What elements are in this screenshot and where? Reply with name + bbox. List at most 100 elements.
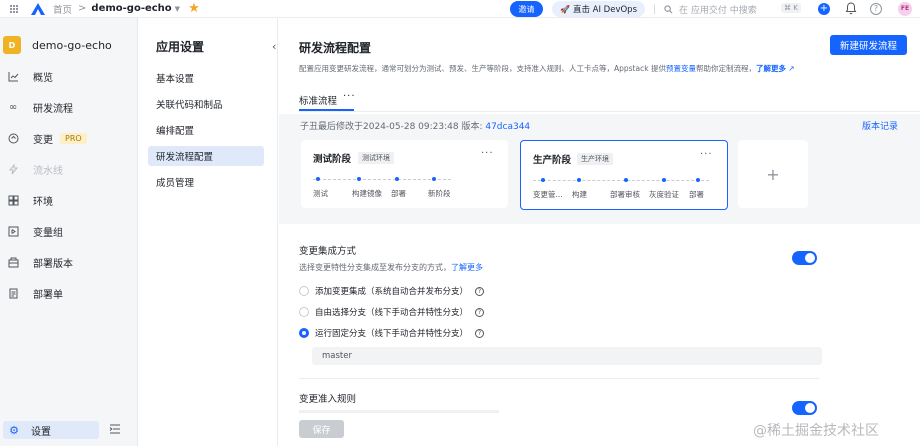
new-flow-button[interactable]: 新建研发流程 bbox=[830, 35, 907, 55]
step-dot bbox=[662, 178, 666, 182]
pipeline-icon bbox=[7, 163, 19, 175]
sidebar-item-environment[interactable]: 环境 bbox=[6, 190, 132, 210]
step-label[interactable]: 新阶段 bbox=[428, 188, 451, 199]
radio-label: 添加变更集成（系统自动合并发布分支） bbox=[315, 287, 469, 297]
step-label[interactable]: 部署审核 bbox=[610, 189, 640, 200]
radio-button[interactable] bbox=[299, 307, 309, 317]
sidebar-item-deploy-version[interactable]: 部署版本 bbox=[6, 252, 132, 272]
sidebar-item-label: 变更 bbox=[33, 134, 53, 146]
plus-icon: + bbox=[766, 164, 780, 184]
apps-grid-icon[interactable] bbox=[10, 4, 18, 13]
subnav-item-basic[interactable]: 基本设置 bbox=[148, 68, 264, 88]
radio-button[interactable] bbox=[299, 286, 309, 296]
sidebar-item-label: 部署单 bbox=[33, 289, 63, 301]
search-input[interactable]: 在 应用交付 中搜索 ⌘ K bbox=[664, 2, 808, 16]
top-bar: 首页 > demo-go-echo ▼ ★ 邀请 🚀 直击 AI DevOps … bbox=[0, 0, 920, 18]
subnav-item-dev-flow-config[interactable]: 研发流程配置 bbox=[148, 146, 264, 166]
help-icon[interactable]: ? bbox=[475, 328, 485, 338]
save-button[interactable]: 保存 bbox=[299, 420, 344, 438]
merge-desc-text: 选择变更特性分支集成至发布分支的方式， bbox=[299, 263, 451, 272]
sidebar-item-dev-flow[interactable]: ∞ 研发流程 bbox=[6, 97, 132, 117]
merge-section-desc: 选择变更特性分支集成至发布分支的方式，了解更多 bbox=[299, 262, 483, 273]
settings-subnav: 应用设置 ‹ 基本设置 关联代码和制品 编排配置 研发流程配置 成员管理 bbox=[138, 18, 278, 446]
step-label[interactable]: 变更管... bbox=[533, 189, 563, 200]
merge-toggle[interactable] bbox=[792, 251, 817, 265]
subnav-item-members[interactable]: 成员管理 bbox=[148, 172, 264, 192]
flow-panel: 子丑最后修改于2024-05-28 09:23:48 版本: 47dca344 … bbox=[279, 114, 920, 224]
sidebar-item-pipeline[interactable]: 流水线 bbox=[6, 159, 132, 179]
stage-track bbox=[533, 180, 709, 181]
divider bbox=[654, 4, 655, 14]
chart-icon bbox=[7, 70, 19, 82]
rules-section-desc-faded bbox=[299, 410, 499, 413]
tab-more-icon[interactable]: ··· bbox=[343, 91, 356, 102]
step-label[interactable]: 构建镜像 bbox=[352, 188, 382, 199]
last-modified-text: 子丑最后修改于2024-05-28 09:23:48 版本: bbox=[300, 122, 486, 132]
sidebar: D demo-go-echo 概览 ∞ 研发流程 变更 PRO 流水线 环境 变… bbox=[0, 18, 138, 446]
logo-icon[interactable] bbox=[31, 2, 45, 15]
stage-card-production[interactable]: 生产阶段 生产环境 ··· 变更管... 构建 部署审核 灰度验证 部署 bbox=[520, 140, 728, 210]
breadcrumb-separator: > bbox=[78, 3, 87, 14]
learn-more-link[interactable]: 了解更多 bbox=[756, 64, 786, 73]
step-dot bbox=[577, 178, 581, 182]
sidebar-item-label: 概览 bbox=[33, 72, 53, 84]
search-icon bbox=[664, 4, 673, 13]
ai-devops-button[interactable]: 🚀 直击 AI DevOps bbox=[552, 1, 645, 17]
learn-more-link[interactable]: 了解更多 bbox=[451, 263, 483, 272]
breadcrumb-project[interactable]: demo-go-echo bbox=[91, 3, 171, 14]
stage-card-test[interactable]: 测试阶段 测试环境 ··· 测试 构建镜像 部署 新阶段 bbox=[301, 140, 508, 208]
breadcrumb-home[interactable]: 首页 bbox=[53, 2, 72, 16]
sidebar-item-variable-group[interactable]: 变量组 bbox=[6, 221, 132, 241]
variable-icon bbox=[7, 225, 19, 237]
sidebar-item-overview[interactable]: 概览 bbox=[6, 66, 132, 86]
radio-option-free-branch[interactable]: 自由选择分支（线下手动合并特性分支） ? bbox=[299, 306, 485, 318]
subnav-item-orchestration[interactable]: 编排配置 bbox=[148, 120, 264, 140]
radio-option-fixed-branch[interactable]: 运行固定分支（线下手动合并特性分支） ? bbox=[299, 327, 485, 339]
sidebar-item-label: 设置 bbox=[31, 426, 51, 438]
step-label[interactable]: 构建 bbox=[572, 189, 587, 200]
chevron-left-icon[interactable]: ‹ bbox=[272, 40, 276, 53]
help-icon[interactable]: ? bbox=[475, 286, 485, 296]
more-icon[interactable]: ··· bbox=[700, 149, 713, 160]
sidebar-item-settings[interactable]: ⚙ 设置 bbox=[3, 421, 99, 439]
stage-title: 生产阶段 bbox=[533, 155, 572, 166]
subnav-item-code-artifacts[interactable]: 关联代码和制品 bbox=[148, 94, 264, 114]
radio-option-auto-merge[interactable]: 添加变更集成（系统自动合并发布分支） ? bbox=[299, 285, 485, 297]
step-label[interactable]: 部署 bbox=[689, 189, 704, 200]
project-switcher[interactable]: D demo-go-echo bbox=[3, 36, 112, 54]
project-avatar: D bbox=[3, 36, 21, 54]
version-hash-link[interactable]: 47dca344 bbox=[485, 122, 530, 132]
last-modified: 子丑最后修改于2024-05-28 09:23:48 版本: 47dca344 bbox=[300, 119, 530, 132]
sidebar-item-change[interactable]: 变更 PRO bbox=[6, 128, 132, 148]
star-icon[interactable]: ★ bbox=[188, 1, 200, 16]
help-icon[interactable]: ? bbox=[870, 3, 882, 15]
chevron-down-icon[interactable]: ▼ bbox=[175, 5, 180, 13]
help-icon[interactable]: ? bbox=[475, 307, 485, 317]
page-description: 配置应用变更研发流程，通常可划分为测试、预发、生产等阶段，支持准入规则、人工卡点… bbox=[299, 63, 795, 74]
stage-track bbox=[313, 179, 451, 180]
step-dot bbox=[316, 177, 320, 181]
change-icon bbox=[7, 132, 19, 144]
preset-variables-link[interactable]: 预置变量 bbox=[666, 64, 696, 73]
version-history-link[interactable]: 版本记录 bbox=[862, 119, 898, 132]
rules-section-title: 变更准入规则 bbox=[299, 394, 357, 405]
sidebar-item-label: 流水线 bbox=[33, 165, 63, 177]
add-stage-button[interactable]: + bbox=[738, 140, 808, 208]
more-icon[interactable]: ··· bbox=[481, 148, 494, 159]
invite-button[interactable]: 邀请 bbox=[510, 1, 543, 17]
step-label[interactable]: 部署 bbox=[391, 188, 406, 199]
step-label[interactable]: 灰度验证 bbox=[649, 189, 679, 200]
step-label[interactable]: 测试 bbox=[313, 188, 328, 199]
branch-input[interactable]: master bbox=[312, 347, 822, 365]
rules-toggle[interactable] bbox=[792, 401, 817, 415]
bell-icon[interactable] bbox=[845, 2, 857, 15]
tab-standard-flow[interactable]: 标准流程 bbox=[299, 93, 337, 107]
step-dot bbox=[696, 178, 700, 182]
package-icon bbox=[7, 256, 19, 268]
external-link-icon[interactable]: ↗ bbox=[788, 64, 794, 73]
radio-button-selected[interactable] bbox=[299, 328, 309, 338]
collapse-sidebar-icon[interactable] bbox=[109, 424, 121, 434]
sidebar-item-deploy-order[interactable]: 部署单 bbox=[6, 283, 132, 303]
user-avatar[interactable]: FE bbox=[898, 2, 912, 16]
add-icon[interactable]: + bbox=[818, 3, 830, 15]
